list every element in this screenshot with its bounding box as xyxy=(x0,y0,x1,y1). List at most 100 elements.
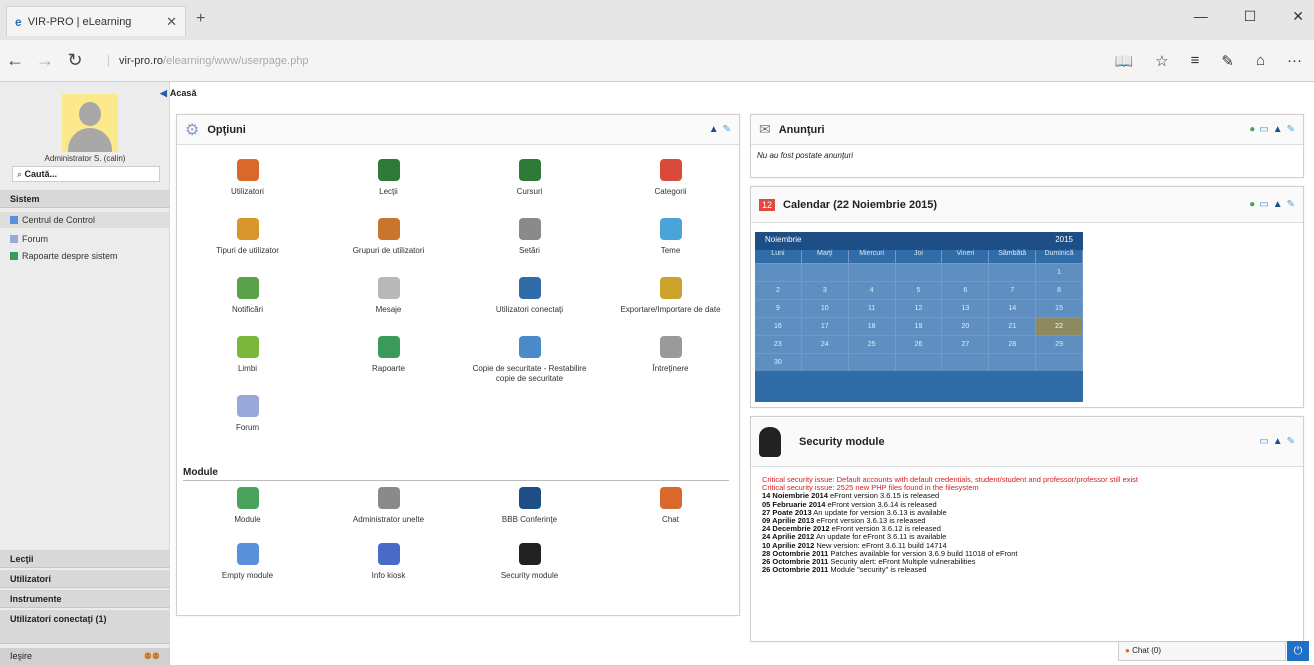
calendar-day[interactable]: 3 xyxy=(801,281,849,299)
option-rapoarte[interactable]: Rapoarte xyxy=(318,336,459,395)
calendar-day[interactable]: 20 xyxy=(942,317,990,335)
link-icon[interactable]: ✎ xyxy=(1287,199,1295,210)
minimize-icon[interactable]: — xyxy=(1194,8,1208,25)
option-teme[interactable]: Teme xyxy=(600,218,741,277)
reading-view-icon[interactable]: 📖 xyxy=(1114,52,1133,70)
sidebar-item-control-center[interactable]: Centrul de Control xyxy=(0,212,170,228)
add-icon[interactable]: ● xyxy=(1249,199,1255,210)
more-icon[interactable]: ··· xyxy=(1287,52,1302,70)
calendar-day[interactable] xyxy=(848,263,896,281)
section-system[interactable]: Sistem xyxy=(0,190,170,208)
refresh-icon[interactable]: ↻ xyxy=(60,50,90,71)
close-tab-icon[interactable]: ✕ xyxy=(166,14,177,30)
maximize-icon[interactable]: ☐ xyxy=(1244,8,1257,25)
section-tools[interactable]: Instrumente xyxy=(0,590,170,608)
calendar-day[interactable] xyxy=(942,353,990,371)
search-input[interactable]: ⌕ Caută... xyxy=(12,166,160,182)
calendar-year[interactable]: 2015 xyxy=(1055,235,1073,247)
calendar-day[interactable] xyxy=(989,353,1037,371)
module-module[interactable]: Module xyxy=(177,487,318,543)
collapse-icon[interactable]: ▲ xyxy=(1273,199,1283,210)
avatar[interactable] xyxy=(62,94,118,152)
calendar-day[interactable]: 29 xyxy=(1036,335,1083,353)
logout-button[interactable]: Ieşire ⚉⚉ xyxy=(0,648,170,665)
browser-tab[interactable]: e VIR-PRO | eLearning ✕ xyxy=(6,6,186,36)
calendar-day[interactable] xyxy=(895,263,943,281)
module-empty-module[interactable]: Empty module xyxy=(177,543,318,599)
sidebar-item-forum[interactable]: Forum xyxy=(10,234,48,244)
calendar-day[interactable]: 10 xyxy=(801,299,849,317)
add-icon[interactable]: ● xyxy=(1249,124,1255,135)
calendar-day[interactable] xyxy=(989,263,1037,281)
option-categorii[interactable]: Categorii xyxy=(600,159,741,218)
news-item[interactable]: 26 Octombrie 2011 Module "security" is r… xyxy=(762,566,1302,574)
calendar-day[interactable]: 17 xyxy=(801,317,849,335)
calendar-day[interactable]: 2 xyxy=(755,281,802,299)
web-note-icon[interactable]: ✎ xyxy=(1221,52,1234,70)
favorite-star-icon[interactable]: ☆ xyxy=(1155,52,1168,70)
hub-icon[interactable]: ≡ xyxy=(1191,52,1200,70)
calendar-day[interactable]: 21 xyxy=(989,317,1037,335)
module-info-kiosk[interactable]: Info kiosk xyxy=(318,543,459,599)
close-window-icon[interactable]: ✕ xyxy=(1292,8,1304,25)
collapse-icon[interactable]: ▲ xyxy=(709,124,719,135)
option-grupuri-de-utilizatori[interactable]: Grupuri de utilizatori xyxy=(318,218,459,277)
chat-bar[interactable]: ● Chat (0) xyxy=(1118,641,1286,661)
sidebar-item-reports[interactable]: Rapoarte despre sistem xyxy=(10,251,118,261)
option-setari[interactable]: Setări xyxy=(459,218,600,277)
calendar-day[interactable]: 26 xyxy=(895,335,943,353)
calendar-day[interactable]: 25 xyxy=(848,335,896,353)
section-users[interactable]: Utilizatori xyxy=(0,570,170,588)
option-mesaje[interactable]: Mesaje xyxy=(318,277,459,336)
option-notificari[interactable]: Notificări xyxy=(177,277,318,336)
share-icon[interactable]: ⌂ xyxy=(1256,52,1265,70)
module-security-module[interactable]: Security module xyxy=(459,543,600,599)
calendar-month[interactable]: Noiembrie xyxy=(765,235,801,247)
folder-icon[interactable]: ▭ xyxy=(1259,124,1268,135)
calendar-day[interactable]: 24 xyxy=(801,335,849,353)
calendar-day[interactable]: 9 xyxy=(755,299,802,317)
calendar-day[interactable] xyxy=(801,263,849,281)
calendar-day[interactable]: 13 xyxy=(942,299,990,317)
calendar-day[interactable]: 22 xyxy=(1036,317,1083,335)
power-icon[interactable]: ⏻ xyxy=(1287,641,1309,661)
link-icon[interactable]: ✎ xyxy=(1287,436,1295,447)
calendar-day[interactable]: 14 xyxy=(989,299,1037,317)
calendar-day[interactable]: 6 xyxy=(942,281,990,299)
section-lessons[interactable]: Lecţii xyxy=(0,550,170,568)
calendar-day[interactable] xyxy=(801,353,849,371)
section-online-users[interactable]: Utilizatori conectaţi (1) xyxy=(0,610,170,644)
calendar-day[interactable]: 5 xyxy=(895,281,943,299)
option-lectii[interactable]: Lecţii xyxy=(318,159,459,218)
calendar-day[interactable]: 27 xyxy=(942,335,990,353)
calendar-day[interactable]: 23 xyxy=(755,335,802,353)
back-icon[interactable]: ← xyxy=(0,50,30,71)
option-intretinere[interactable]: Întreţinere xyxy=(600,336,741,395)
calendar-day[interactable]: 7 xyxy=(989,281,1037,299)
collapse-icon[interactable]: ▲ xyxy=(1273,124,1283,135)
option-limbi[interactable]: Limbi xyxy=(177,336,318,395)
calendar-day[interactable] xyxy=(895,353,943,371)
url-field[interactable]: vir-pro.ro/elearning/www/userpage.php xyxy=(108,54,1008,67)
module-administrator-unelte[interactable]: Administrator unelte xyxy=(318,487,459,543)
option-tipuri-de-utilizator[interactable]: Tipuri de utilizator xyxy=(177,218,318,277)
link-icon[interactable]: ✎ xyxy=(723,124,731,135)
folder-icon[interactable]: ▭ xyxy=(1259,199,1268,210)
option-exportare-importare-de-date[interactable]: Exportare/Importare de date xyxy=(600,277,741,336)
calendar-day[interactable]: 28 xyxy=(989,335,1037,353)
calendar-day[interactable] xyxy=(755,263,802,281)
calendar-day[interactable] xyxy=(942,263,990,281)
calendar-day[interactable] xyxy=(848,353,896,371)
option-cursuri[interactable]: Cursuri xyxy=(459,159,600,218)
calendar-day[interactable]: 12 xyxy=(895,299,943,317)
calendar-day[interactable]: 19 xyxy=(895,317,943,335)
forward-icon[interactable]: → xyxy=(30,50,60,71)
calendar-day[interactable]: 8 xyxy=(1036,281,1083,299)
folder-icon[interactable]: ▭ xyxy=(1259,436,1268,447)
option-utilizatori[interactable]: Utilizatori xyxy=(177,159,318,218)
collapse-icon[interactable]: ▲ xyxy=(1273,436,1283,447)
calendar-day[interactable]: 4 xyxy=(848,281,896,299)
option-utilizatori-conectati[interactable]: Utilizatori conectaţi xyxy=(459,277,600,336)
module-chat[interactable]: Chat xyxy=(600,487,741,543)
calendar-day[interactable]: 30 xyxy=(755,353,802,371)
